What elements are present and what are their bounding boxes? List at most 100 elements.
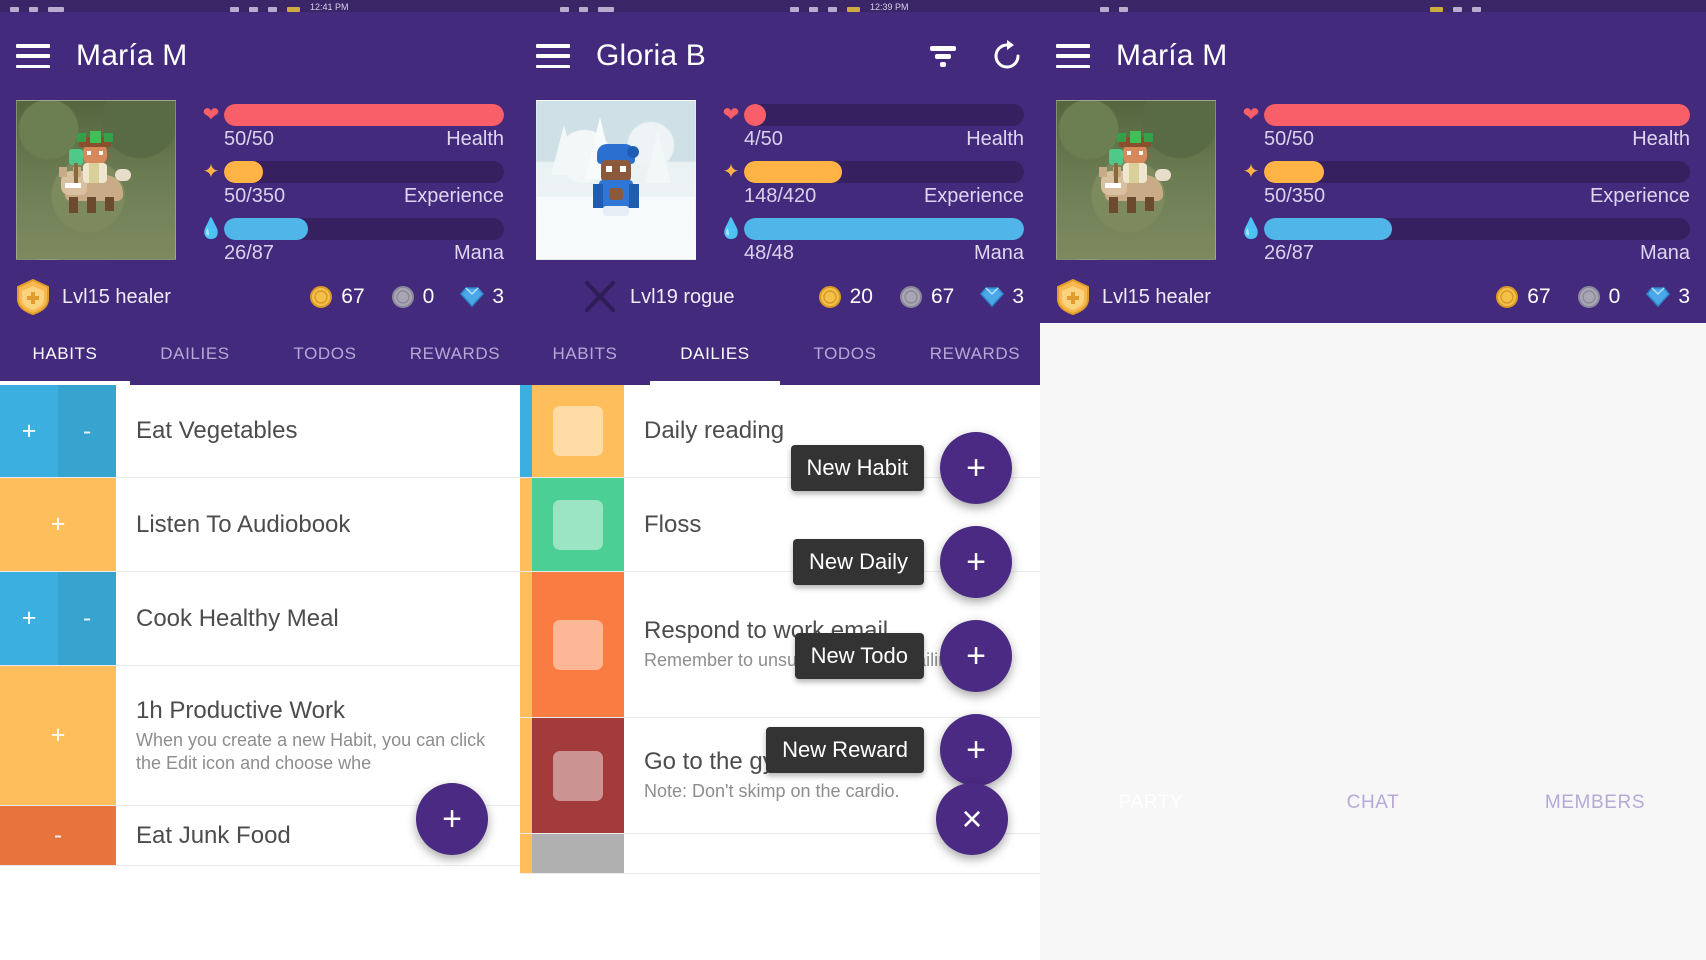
class-label: Lvl15 healer: [1102, 285, 1211, 308]
tab-dailies[interactable]: DAILIES: [650, 323, 780, 385]
class-and-currency-row: Lvl15 healer 67 0 3: [1056, 279, 1690, 315]
class-and-currency-row: Lvl15 healer 67 0 3: [16, 279, 504, 315]
habit-body: Cook Healthy Meal: [116, 572, 520, 665]
habit-minus-button[interactable]: -: [0, 806, 116, 865]
experience-bar-fill: [744, 161, 842, 183]
tab-habits[interactable]: HABITS: [0, 323, 130, 385]
wifi-icon-2: [828, 7, 837, 12]
unchecked-checkbox[interactable]: [553, 406, 603, 456]
signal-icon: [249, 7, 258, 12]
table-row[interactable]: + - Eat Vegetables: [0, 385, 520, 478]
unchecked-checkbox[interactable]: [553, 750, 603, 801]
speed-dial-label: New Todo: [794, 633, 924, 679]
heart-icon: ❤: [202, 104, 220, 126]
profile-header-party: ❤ 50/50 Health ✦ 50/350 Experience 💧 26/…: [1040, 100, 1706, 323]
plus-icon[interactable]: +: [940, 714, 1012, 786]
row-color-strip: [520, 478, 532, 571]
close-fab-dailies[interactable]: ×: [936, 783, 1008, 855]
speed-dial-label: New Habit: [790, 445, 924, 491]
speed-dial-new-reward[interactable]: New Reward +: [766, 714, 1012, 786]
filter-icon[interactable]: [926, 39, 960, 73]
hamburger-menu-icon[interactable]: [1056, 44, 1090, 68]
tab-todos[interactable]: TODOS: [260, 323, 390, 385]
mana-bar-fill: [1264, 218, 1392, 240]
habit-minus-button[interactable]: -: [58, 572, 116, 665]
daily-checkbox[interactable]: [532, 834, 624, 873]
plus-icon[interactable]: +: [940, 620, 1012, 692]
tabs-habits: HABITS DAILIES TODOS REWARDS: [0, 323, 520, 385]
tab-members[interactable]: MEMBERS: [1484, 323, 1706, 960]
mana-legend: 26/87 Mana: [224, 242, 504, 265]
sparkle-icon: ✦: [1242, 161, 1260, 183]
silver-currency: 0: [391, 285, 434, 309]
experience-legend: 148/420 Experience: [744, 185, 1024, 208]
class-chip[interactable]: Lvl15 healer: [1056, 279, 1211, 315]
profile-header-dailies: ❤ 4/50 Health ✦ 148/420 Experience 💧 48/…: [520, 100, 1040, 323]
hamburger-menu-icon[interactable]: [536, 44, 570, 68]
habit-title: 1h Productive Work: [136, 697, 345, 724]
tab-party[interactable]: PARTY: [1040, 323, 1262, 960]
hamburger-menu-icon[interactable]: [16, 44, 50, 68]
plus-icon[interactable]: +: [416, 783, 488, 855]
message-icon: [48, 7, 64, 12]
health-legend: 50/50 Health: [1264, 128, 1690, 151]
class-chip[interactable]: Lvl15 healer: [16, 279, 171, 315]
panel-dailies: Gloria B ❤ 4/50 Health ✦ 148/420 Experie…: [520, 0, 1040, 960]
shield-healer-icon: [1057, 279, 1089, 315]
habit-plus-button[interactable]: +: [0, 478, 116, 571]
habit-plus-button[interactable]: +: [0, 666, 116, 805]
gold-currency: 67: [309, 285, 365, 309]
daily-checkbox[interactable]: [532, 572, 624, 717]
health-legend: 50/50 Health: [224, 128, 504, 151]
daily-checkbox[interactable]: [532, 478, 624, 571]
class-label: Lvl15 healer: [62, 285, 171, 308]
tab-rewards[interactable]: REWARDS: [910, 323, 1040, 385]
class-and-currency-row: Lvl19 rogue 20 67 3: [536, 279, 1024, 315]
avatar[interactable]: [16, 100, 176, 260]
speed-dial-new-habit[interactable]: New Habit +: [766, 432, 1012, 504]
alarm-icon: [230, 7, 239, 12]
health-value: 50/50: [224, 128, 275, 150]
plus-icon[interactable]: +: [940, 432, 1012, 504]
speed-dial-new-todo[interactable]: New Todo +: [766, 620, 1012, 692]
habit-plus-button[interactable]: +: [0, 572, 58, 665]
health-legend: 4/50 Health: [744, 128, 1024, 151]
appbar-habits: María M: [0, 0, 520, 100]
table-row[interactable]: + - Cook Healthy Meal: [0, 572, 520, 666]
health-label: Health: [1632, 128, 1690, 150]
experience-value: 50/350: [1264, 185, 1326, 207]
avatar[interactable]: [1056, 100, 1216, 260]
tab-chat[interactable]: CHAT: [1262, 323, 1484, 960]
crossed-swords-icon: [585, 281, 615, 312]
table-row[interactable]: + Listen To Audiobook: [0, 478, 520, 572]
close-icon[interactable]: ×: [936, 783, 1008, 855]
speed-dial-new-daily[interactable]: New Daily +: [766, 526, 1012, 598]
panel-party: María M ❤ 50/50 Health ✦ 50/350 Experien…: [1040, 0, 1706, 960]
add-fab-habits[interactable]: +: [416, 783, 488, 855]
health-value: 50/50: [1264, 128, 1315, 150]
tab-rewards[interactable]: REWARDS: [390, 323, 520, 385]
habit-controls: + -: [0, 385, 116, 477]
unchecked-checkbox[interactable]: [553, 619, 603, 670]
tab-dailies[interactable]: DAILIES: [130, 323, 260, 385]
habit-controls: -: [0, 806, 116, 865]
daily-checkbox[interactable]: [532, 385, 624, 477]
health-bar-fill: [1264, 104, 1690, 126]
stat-bars: ❤ 50/50 Health ✦ 50/350 Experience 💧 26/…: [1238, 100, 1690, 275]
habit-controls: + -: [0, 572, 116, 665]
mana-bar-row: 💧: [198, 218, 504, 240]
speed-dial-menu: New Habit + New Daily + New Todo + New R…: [766, 432, 1012, 786]
mana-bar-row: 💧: [1238, 218, 1690, 240]
tab-habits[interactable]: HABITS: [520, 323, 650, 385]
message-icon-2: [598, 7, 614, 12]
page-title: Gloria B: [596, 39, 706, 72]
daily-checkbox[interactable]: [532, 718, 624, 833]
habit-plus-button[interactable]: +: [0, 385, 58, 477]
avatar[interactable]: [536, 100, 696, 260]
tab-todos[interactable]: TODOS: [780, 323, 910, 385]
habit-minus-button[interactable]: -: [58, 385, 116, 477]
unchecked-checkbox[interactable]: [553, 499, 603, 550]
plus-icon[interactable]: +: [940, 526, 1012, 598]
refresh-icon[interactable]: [990, 39, 1024, 73]
class-chip[interactable]: Lvl19 rogue: [582, 279, 735, 315]
